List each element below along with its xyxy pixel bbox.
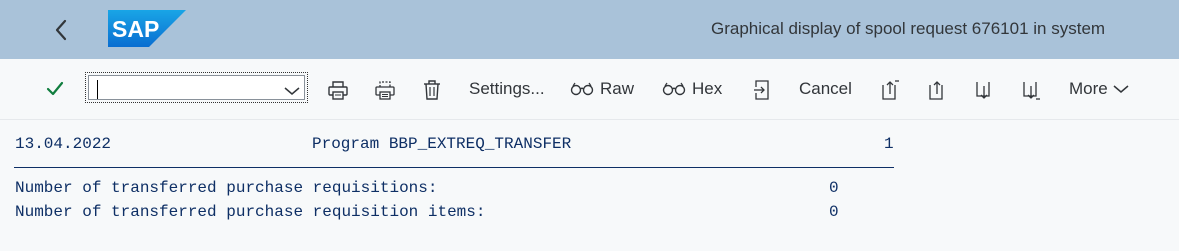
- first-page-icon: [882, 80, 899, 100]
- title-bar: SAP Graphical display of spool request 6…: [0, 0, 1179, 59]
- print-icon: [328, 81, 348, 100]
- divider: [14, 167, 894, 168]
- raw-button[interactable]: Raw: [570, 79, 634, 99]
- command-field-box: [88, 75, 305, 100]
- glasses-icon: [570, 82, 594, 96]
- window-title: Graphical display of spool request 67610…: [711, 19, 1106, 38]
- command-dropdown-button[interactable]: [284, 83, 300, 101]
- check-icon: [46, 81, 64, 96]
- spool-page-number: 1: [884, 135, 894, 153]
- next-page-button[interactable]: [973, 78, 997, 102]
- raw-label: Raw: [600, 79, 635, 98]
- chevron-down-icon: [1113, 85, 1129, 93]
- delete-icon: [424, 80, 440, 100]
- first-page-button[interactable]: [879, 78, 903, 102]
- hex-button[interactable]: Hex: [662, 79, 722, 99]
- command-field[interactable]: [85, 72, 308, 103]
- glasses-icon: [662, 82, 686, 96]
- export-icon: [754, 80, 769, 100]
- last-page-button[interactable]: [1020, 78, 1044, 102]
- next-page-icon: [976, 82, 990, 99]
- command-input[interactable]: [89, 76, 277, 99]
- export-button[interactable]: [750, 78, 774, 102]
- chevron-down-icon: [284, 87, 300, 95]
- delete-button[interactable]: [420, 78, 444, 102]
- spool-line-value: 0: [829, 203, 839, 221]
- print-button[interactable]: [326, 78, 350, 102]
- spool-line-label: Number of transferred purchase requisiti…: [15, 203, 486, 221]
- spool-date: 13.04.2022: [15, 135, 112, 153]
- last-page-icon: [1023, 82, 1040, 100]
- hex-label: Hex: [692, 79, 723, 98]
- previous-page-icon: [929, 81, 943, 100]
- application-toolbar: Settings... Raw Hex Cancel More: [0, 59, 1179, 120]
- enter-button[interactable]: [44, 78, 66, 100]
- sap-logo: SAP: [108, 10, 186, 47]
- back-button[interactable]: [46, 14, 76, 46]
- chevron-left-icon: [55, 19, 67, 41]
- spool-line-label: Number of transferred purchase requisiti…: [15, 179, 438, 197]
- print-preview-icon: [375, 81, 395, 100]
- cancel-label: Cancel: [799, 79, 852, 98]
- more-menu-button[interactable]: More: [1069, 79, 1129, 99]
- settings-label: Settings...: [469, 79, 545, 98]
- spool-content: 13.04.2022 Program BBP_EXTREQ_TRANSFER 1…: [0, 120, 1179, 251]
- print-preview-button[interactable]: [373, 78, 397, 102]
- svg-text:SAP: SAP: [112, 16, 159, 42]
- previous-page-button[interactable]: [926, 78, 950, 102]
- more-label: More: [1069, 79, 1108, 98]
- spool-program: Program BBP_EXTREQ_TRANSFER: [312, 135, 572, 153]
- text-cursor: [97, 80, 98, 99]
- spool-line-value: 0: [829, 179, 839, 197]
- cancel-button[interactable]: Cancel: [799, 79, 852, 99]
- settings-button[interactable]: Settings...: [469, 79, 545, 99]
